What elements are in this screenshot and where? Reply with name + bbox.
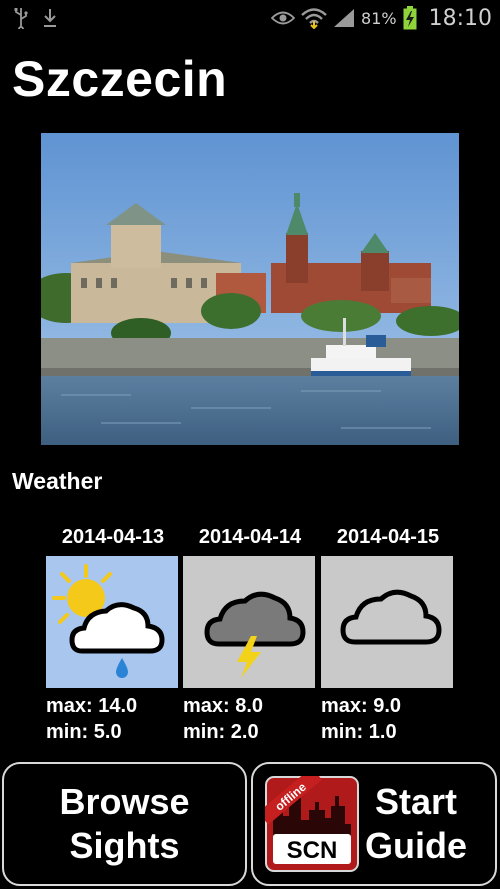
temperature-max: max: 9.0 [321, 695, 402, 717]
browse-label-line1: Browse [59, 781, 190, 822]
start-label-line2: Guide [364, 825, 467, 866]
browse-label-line2: Sights [69, 825, 180, 866]
temperature-max: max: 8.0 [183, 695, 264, 717]
weather-day: 2014-04-15 max: 9.0 min: 1.0 [321, 523, 455, 743]
temperature-min: min: 1.0 [321, 721, 397, 743]
weather-heading: Weather [12, 468, 103, 494]
status-bar: 81% 18:10 [0, 0, 500, 36]
weather-date: 2014-04-15 [336, 526, 440, 548]
page-title: Szczecin [12, 51, 228, 107]
download-icon [44, 9, 56, 27]
temperature-max: max: 14.0 [46, 695, 138, 717]
weather-date: 2014-04-13 [61, 526, 165, 548]
temperature-min: min: 2.0 [183, 721, 259, 743]
city-photo [41, 133, 459, 445]
temperature-min: min: 5.0 [46, 721, 122, 743]
battery-percent: 81% [361, 8, 397, 28]
app-logo: SCN offline [258, 767, 359, 872]
weather-date: 2014-04-14 [198, 526, 302, 548]
battery-charging-icon [403, 6, 417, 30]
wifi-icon [301, 8, 327, 29]
sun-cloud-rain-icon [46, 556, 178, 688]
eye-icon [271, 11, 296, 25]
start-guide-button[interactable]: SCN offline Start Guide [251, 762, 497, 886]
clock: 18:10 [428, 5, 492, 31]
start-label-line1: Start [374, 781, 457, 822]
logo-text: SCN [287, 837, 338, 864]
browse-sights-button[interactable]: Browse Sights [2, 762, 247, 886]
weather-day: 2014-04-14 max: 8.0 min: 2.0 [183, 523, 317, 743]
usb-icon [14, 8, 28, 29]
weather-day: 2014-04-13 max: 14.0 min: 5.0 [46, 523, 180, 743]
signal-icon [334, 9, 355, 27]
cloud-icon [321, 556, 453, 688]
thunderstorm-icon [183, 556, 315, 688]
